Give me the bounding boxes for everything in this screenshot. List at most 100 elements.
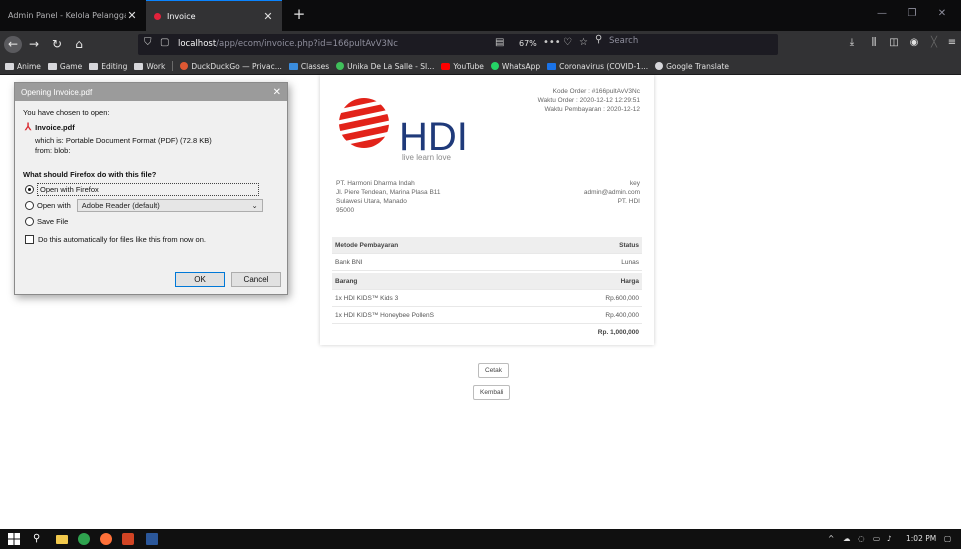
bookmark-google-translate[interactable]: Google Translate [655, 62, 729, 71]
dialog-intro: You have chosen to open: [23, 108, 110, 117]
dialog-close-icon[interactable]: ✕ [273, 87, 281, 98]
search-icon[interactable]: ⚲ [33, 533, 45, 545]
bookmark-whatsapp[interactable]: WhatsApp [490, 62, 540, 71]
total-amount: Rp. 1,000,000 [597, 329, 639, 336]
notifications-icon[interactable]: ▢ [944, 534, 951, 543]
bookmark-separator [172, 61, 174, 71]
duckduckgo-icon [180, 62, 189, 70]
windows-start-icon[interactable] [8, 533, 20, 545]
cancel-button[interactable]: Cancel [231, 272, 281, 287]
option-save-file[interactable]: Save File [25, 214, 279, 228]
bookmark-editing[interactable]: Editing [89, 62, 127, 71]
item-name: 1x HDI KIDS™ Honeybee PollenS [335, 311, 434, 319]
chevron-up-icon[interactable]: ^ [828, 534, 834, 543]
pocket-icon[interactable]: ♡ [563, 37, 572, 48]
bookmark-coronavirus[interactable]: Coronavirus (COVID-1... [547, 62, 648, 71]
sidebar-icon[interactable]: ◫ [886, 37, 902, 48]
library-icon[interactable]: ⫼ [866, 37, 882, 48]
menu-icon[interactable]: ≡ [944, 37, 960, 48]
option-open-firefox[interactable]: Open with Firefox [25, 182, 279, 196]
page-actions-icon[interactable]: ••• [543, 37, 561, 48]
customer-info: key admin@admin.com PT. HDI [584, 179, 640, 206]
bookmark-work[interactable]: Work [134, 62, 165, 71]
zoom-level[interactable]: 67% [516, 38, 540, 49]
address-line: 95000 [336, 207, 355, 214]
file-info: ⅄ Invoice.pdf [25, 122, 279, 133]
app-icon[interactable] [122, 533, 134, 545]
globe-icon [655, 62, 664, 70]
cloud-icon[interactable]: ☁ [843, 534, 851, 543]
bookmark-duckduckgo[interactable]: DuckDuckGo — Privac... [180, 62, 282, 71]
file-source: from: blob: [35, 146, 71, 155]
customer-line: admin@admin.com [583, 189, 640, 196]
home-icon[interactable]: ⌂ [70, 36, 88, 53]
tab-admin-panel[interactable]: Admin Panel - Kelola Pelanggan ✕ [0, 0, 146, 31]
checkbox-icon[interactable] [25, 234, 34, 244]
bookmark-game[interactable]: Game [47, 62, 82, 71]
bing-icon [547, 62, 557, 70]
back-icon[interactable]: ← [4, 36, 22, 53]
customer-line: key [629, 180, 640, 187]
chevron-down-icon: ⌄ [251, 200, 258, 210]
table-header: Metode Pembayaran Status [332, 237, 642, 254]
chrome-icon[interactable] [78, 533, 90, 545]
file-type: which is: Portable Document Format (PDF)… [35, 136, 212, 145]
extension-icon[interactable]: ╳ [926, 37, 942, 48]
header-cell: Status [619, 241, 639, 249]
header-cell: Metode Pembayaran [335, 241, 399, 249]
payment-table: Metode Pembayaran Status Bank BNI Lunas [332, 237, 642, 271]
application-select[interactable]: Adobe Reader (default) ⌄ [76, 198, 263, 212]
close-tab-icon[interactable]: ✕ [126, 9, 138, 22]
forward-icon[interactable]: → [25, 36, 43, 53]
network-icon[interactable]: ◌ [858, 534, 865, 543]
bookmark-classes[interactable]: Classes [288, 62, 329, 71]
whatsapp-icon [490, 62, 499, 70]
battery-icon[interactable]: ▭ [873, 534, 880, 543]
url-bar[interactable]: ⛉ ▢ localhost/app/ecom/invoice.php?id=16… [138, 34, 778, 55]
shield-icon[interactable]: ⛉ [144, 37, 152, 48]
tab-strip: Admin Panel - Kelola Pelanggan ✕ Invoice… [0, 0, 961, 31]
bookmark-unika[interactable]: Unika De La Salle - SI... [336, 62, 434, 71]
firefox-icon[interactable] [100, 533, 112, 545]
new-tab-icon[interactable]: + [290, 5, 308, 23]
dialog-titlebar: Opening Invoice.pdf ✕ [15, 83, 287, 101]
navigation-bar: ← → ↻ ⌂ ⛉ ▢ localhost/app/ecom/invoice.p… [0, 31, 961, 58]
radio-icon[interactable] [25, 200, 34, 210]
favicon-icon [154, 12, 161, 20]
minimize-icon[interactable]: — [872, 8, 892, 19]
order-code: Kode Order : #166pultAvV3Nc [552, 88, 640, 95]
bookmark-youtube[interactable]: YouTube [441, 62, 484, 71]
reload-icon[interactable]: ↻ [48, 36, 66, 53]
classroom-icon [288, 62, 298, 70]
reader-view-icon[interactable]: ▤ [495, 37, 504, 48]
dialog-question: What should Firefox do with this file? [23, 170, 157, 179]
file-explorer-icon[interactable] [56, 535, 68, 544]
checkbox-label: Do this automatically for files like thi… [38, 234, 206, 244]
bookmark-anime[interactable]: Anime [5, 62, 41, 71]
volume-icon[interactable]: ♪ [887, 534, 892, 543]
restore-icon[interactable]: ❐ [902, 8, 922, 19]
radio-checked-icon[interactable] [25, 184, 34, 194]
page-icon[interactable]: ▢ [160, 37, 169, 48]
back-button[interactable]: Kembali [473, 385, 511, 400]
option-open-with[interactable]: Open with Adobe Reader (default) ⌄ [25, 198, 279, 212]
account-icon[interactable]: ◉ [906, 37, 922, 48]
url-text[interactable]: localhost/app/ecom/invoice.php?id=166pul… [178, 39, 398, 49]
auto-option[interactable]: Do this automatically for files like thi… [25, 232, 279, 246]
radio-icon[interactable] [25, 216, 34, 226]
bookmark-star-icon[interactable]: ☆ [579, 37, 588, 48]
word-icon[interactable] [146, 533, 158, 545]
items-table: Barang Harga 1x HDI KIDS™ Kids 3 Rp.600,… [332, 273, 642, 341]
search-input[interactable]: Search [609, 36, 638, 46]
clock[interactable]: 1:02 PM [906, 534, 936, 543]
window-close-icon[interactable]: ✕ [932, 8, 952, 19]
hdi-logo-icon: HDI [337, 98, 467, 159]
tab-invoice[interactable]: Invoice ✕ [146, 0, 282, 31]
downloads-icon[interactable]: ⤓ [844, 37, 860, 48]
folder-icon [134, 62, 144, 70]
ok-button[interactable]: OK [175, 272, 225, 287]
folder-icon [47, 62, 57, 70]
taskbar: ⚲ ^ ☁ ◌ ▭ ♪ 1:02 PM ▢ [0, 529, 961, 549]
print-button[interactable]: Cetak [478, 363, 509, 378]
close-tab-icon[interactable]: ✕ [262, 10, 274, 23]
